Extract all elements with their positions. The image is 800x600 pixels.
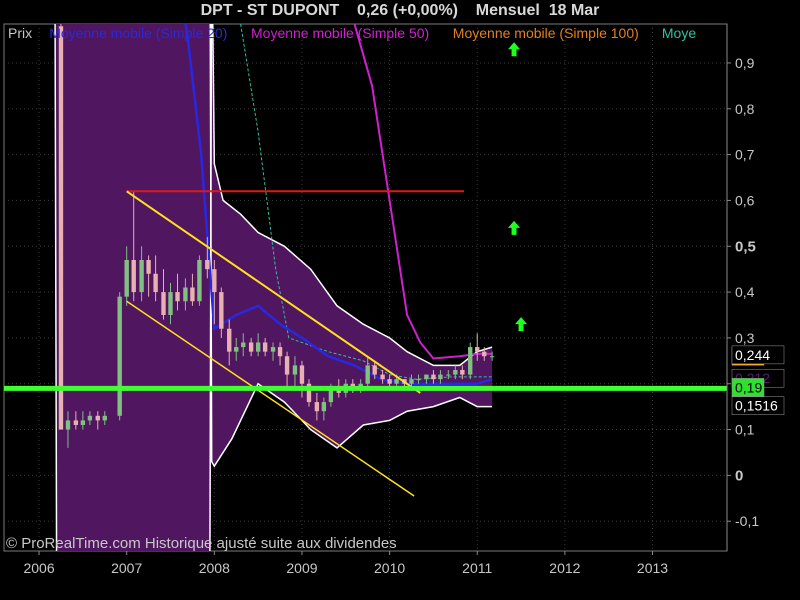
candle-body: [131, 260, 136, 293]
candle-body: [453, 369, 458, 375]
y-tick-label: 0,7: [735, 147, 755, 163]
candle: [468, 342, 473, 380]
candle-body: [292, 365, 298, 375]
y-tick-label: 0,5: [735, 238, 756, 255]
candle-body: [197, 260, 202, 302]
candle-body: [153, 273, 158, 293]
y-tick-label: -0,1: [735, 513, 759, 529]
x-tick-label: 2011: [462, 560, 492, 576]
y-tick-label: 0,9: [735, 55, 755, 71]
candle-body: [241, 342, 246, 348]
y-axis: 0,90,80,70,60,50,40,30,20,10-0,1: [726, 24, 759, 551]
candle-body: [409, 379, 414, 384]
candle-body: [438, 374, 443, 380]
price-label: 0,1516: [735, 398, 778, 414]
candle-body: [446, 374, 451, 376]
candle-body: [380, 374, 385, 380]
candle-body: [468, 347, 473, 375]
candle-body: [227, 328, 232, 352]
candle-body: [190, 287, 195, 302]
candle-body: [234, 347, 239, 352]
candle-body: [146, 260, 151, 274]
y-tick-label: 0,8: [735, 101, 755, 117]
candle-body: [460, 369, 465, 375]
candle-body: [489, 356, 495, 358]
x-tick-label: 2010: [374, 560, 405, 576]
price-label: 0,244: [735, 347, 770, 363]
x-tick-label: 2013: [637, 560, 668, 576]
candle-body: [365, 365, 370, 384]
footer-copyright: © ProRealTime.com Historique ajusté suit…: [6, 535, 397, 552]
legend-item: Moyenne mobile (Simple 50): [251, 25, 429, 41]
legend-item: Moye: [662, 25, 696, 41]
candle-body: [284, 356, 290, 375]
candle-body: [387, 379, 392, 384]
candle-body: [80, 420, 86, 425]
x-axis: 2006 2007 2008 2009 2010 2011 2012 2013: [23, 551, 668, 576]
candle-body: [58, 26, 64, 430]
price-label: 0,19: [735, 379, 762, 395]
candle-body: [73, 420, 79, 425]
candle-body: [139, 260, 144, 293]
y-tick-label: 0,3: [735, 330, 755, 346]
candle-body: [219, 292, 224, 329]
candle-body: [321, 402, 327, 412]
candle-body: [161, 292, 166, 315]
candle-body: [205, 260, 210, 270]
candle: [58, 24, 64, 430]
y-tick-label: 0: [735, 467, 743, 484]
legend: Prix Moyenne mobile (Simple 20) Moyenne mo…: [8, 25, 696, 41]
candle-body: [168, 292, 173, 315]
candle-body: [314, 402, 320, 412]
candle-body: [212, 269, 217, 293]
candle-body: [270, 347, 276, 352]
legend-item: Prix: [8, 25, 32, 41]
x-tick-label: 2012: [549, 560, 580, 576]
candle-body: [475, 347, 480, 352]
candle-body: [416, 379, 421, 381]
x-tick-label: 2007: [111, 560, 142, 576]
candle-body: [482, 351, 487, 357]
x-tick-label: 2006: [23, 560, 54, 576]
candle-body: [248, 342, 254, 352]
candle-body: [424, 374, 429, 380]
candle-body: [394, 379, 399, 384]
y-tick-label: 0,6: [735, 192, 755, 208]
legend-item: Moyenne mobile (Simple 100): [453, 25, 639, 41]
candle-body: [262, 342, 268, 352]
candle-body: [124, 260, 129, 297]
candle-body: [183, 287, 188, 302]
candle-body: [87, 415, 93, 421]
candle: [197, 255, 202, 306]
candle-body: [102, 415, 107, 421]
candle-body: [117, 296, 122, 416]
x-tick-label: 2009: [286, 560, 317, 576]
candle-body: [299, 365, 305, 384]
candle-body: [431, 374, 436, 380]
price-chart[interactable]: 0,90,80,70,60,50,40,30,20,10-0,1 2006200…: [0, 0, 800, 600]
candle: [117, 292, 122, 421]
legend-item: Moyenne mobile (Simple 20): [49, 25, 227, 41]
candle-body: [277, 347, 283, 357]
candle-body: [175, 292, 180, 302]
candle-body: [372, 365, 377, 375]
y-tick-label: 0,4: [735, 284, 755, 300]
price-labels: 0,260,2440,2120,190,1516: [731, 345, 785, 415]
candle-body: [65, 420, 71, 430]
candle-body: [255, 342, 261, 352]
candle-body: [95, 415, 100, 421]
y-tick-label: 0,1: [735, 422, 755, 438]
chart-window: DPT - ST DUPONT 0,26 (+0,00%) Mensuel 18…: [0, 0, 800, 600]
x-tick-label: 2008: [199, 560, 230, 576]
